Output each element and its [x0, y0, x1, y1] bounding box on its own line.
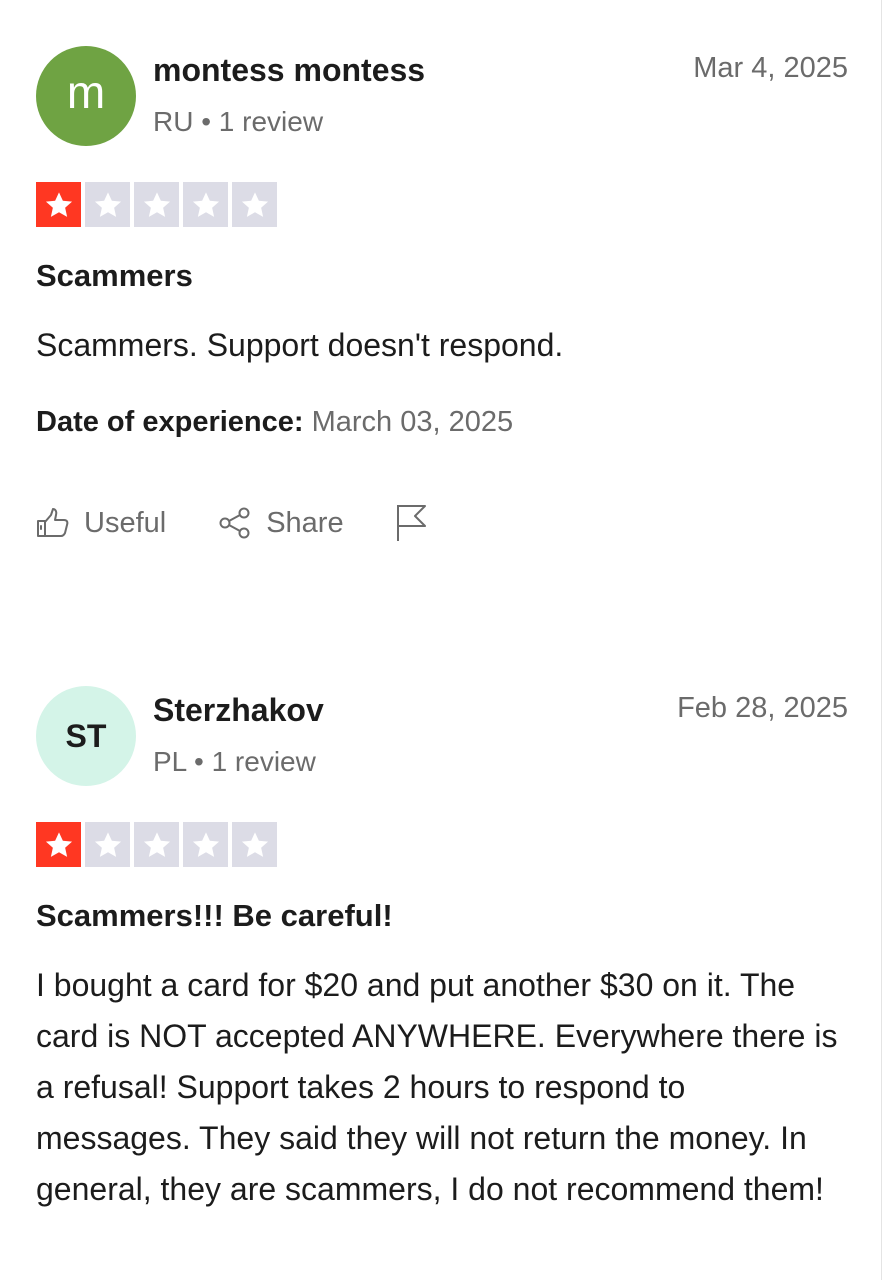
star-rating — [36, 822, 277, 867]
star-icon — [232, 822, 277, 867]
star-rating — [36, 182, 277, 227]
review-header: m montess montess RU • 1 review Mar 4, 2… — [36, 46, 848, 146]
reviewer-name[interactable]: montess montess — [153, 52, 425, 89]
avatar[interactable]: ST — [36, 686, 136, 786]
review-date: Feb 28, 2025 — [677, 692, 848, 724]
avatar-initials: m — [66, 66, 106, 118]
avatar-initials: ST — [65, 717, 107, 754]
review-title[interactable]: Scammers — [36, 258, 193, 294]
star-icon — [232, 182, 277, 227]
avatar[interactable]: m — [36, 46, 136, 146]
share-button[interactable]: Share — [218, 506, 344, 540]
useful-label: Useful — [84, 506, 167, 539]
star-icon — [183, 822, 228, 867]
review-card: ST Sterzhakov PL • 1 review Feb 28, 2025… — [36, 686, 848, 1207]
star-icon — [183, 182, 228, 227]
useful-button[interactable]: Useful — [36, 507, 166, 540]
thumbs-up-icon — [37, 508, 69, 537]
experience-label: Date of experience: — [36, 406, 304, 438]
flag-icon — [396, 505, 426, 541]
review-header: ST Sterzhakov PL • 1 review Feb 28, 2025 — [36, 686, 848, 786]
review-date: Mar 4, 2025 — [693, 52, 848, 84]
star-icon — [36, 822, 81, 867]
star-icon — [134, 822, 179, 867]
page-edge-divider — [881, 0, 882, 1280]
star-icon — [85, 822, 130, 867]
review-body: I bought a card for $20 and put another … — [36, 967, 838, 1207]
star-icon — [36, 182, 81, 227]
reviewer-name[interactable]: Sterzhakov — [153, 692, 324, 729]
share-label: Share — [266, 506, 344, 539]
date-of-experience: Date of experience: March 03, 2025 — [36, 406, 513, 439]
reviewer-meta: RU • 1 review — [153, 106, 324, 137]
review-body: Scammers. Support doesn't respond. — [36, 327, 564, 363]
reviewer-meta: PL • 1 review — [153, 746, 316, 777]
reviews-page: m montess montess RU • 1 review Mar 4, 2… — [0, 0, 884, 1280]
review-title[interactable]: Scammers!!! Be careful! — [36, 898, 393, 934]
star-icon — [134, 182, 179, 227]
report-button[interactable] — [394, 503, 428, 543]
share-icon — [219, 507, 250, 539]
experience-date: March 03, 2025 — [311, 406, 514, 438]
review-actions: Useful Share — [36, 501, 428, 545]
review-card: m montess montess RU • 1 review Mar 4, 2… — [36, 46, 848, 541]
star-icon — [85, 182, 130, 227]
